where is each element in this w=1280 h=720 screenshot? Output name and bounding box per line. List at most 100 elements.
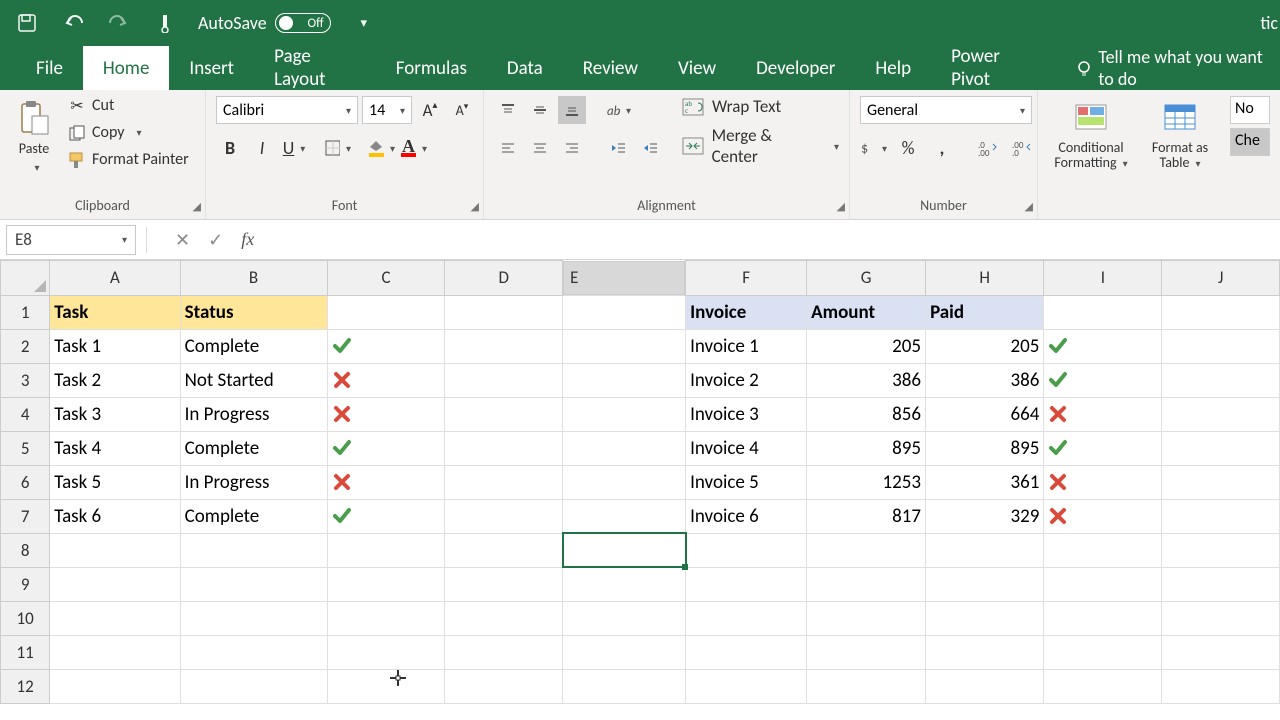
fill-color-button[interactable]: ▾ — [368, 134, 396, 162]
cell-F2[interactable]: Invoice 1 — [686, 329, 807, 363]
cell-H5[interactable]: 895 — [926, 431, 1044, 465]
alignment-launcher-icon[interactable]: ◢ — [837, 200, 845, 213]
cell-J10[interactable] — [1162, 601, 1280, 635]
col-header-A[interactable]: A — [50, 261, 180, 296]
cell-G4[interactable]: 856 — [807, 397, 926, 431]
merge-center-button[interactable]: Merge & Center▾ — [682, 125, 839, 167]
spreadsheet-grid[interactable]: ABCDEFGHIJ1TaskStatusInvoiceAmountPaid2T… — [0, 260, 1280, 720]
cell-C11[interactable] — [327, 635, 445, 669]
clipboard-launcher-icon[interactable]: ◢ — [193, 200, 201, 213]
tab-formulas[interactable]: Formulas — [376, 46, 487, 90]
tab-developer[interactable]: Developer — [736, 46, 855, 90]
cell-H4[interactable]: 664 — [926, 397, 1044, 431]
cell-G11[interactable] — [807, 635, 926, 669]
col-header-I[interactable]: I — [1044, 261, 1162, 296]
bold-button[interactable]: B — [216, 134, 244, 162]
increase-font-icon[interactable]: A▴ — [416, 96, 444, 124]
conditional-formatting-button[interactable]: Conditional Formatting▾ — [1048, 96, 1134, 171]
cell-B3[interactable]: Not Started — [180, 363, 327, 397]
cell-F10[interactable] — [686, 601, 807, 635]
cell-C8[interactable] — [327, 533, 445, 567]
cell-G8[interactable] — [807, 533, 926, 567]
cell-G5[interactable]: 895 — [807, 431, 926, 465]
cell-A4[interactable]: Task 3 — [50, 397, 180, 431]
number-launcher-icon[interactable]: ◢ — [1025, 200, 1033, 213]
cell-E8[interactable] — [563, 533, 686, 567]
cell-D4[interactable] — [445, 397, 563, 431]
row-header-1[interactable]: 1 — [1, 295, 50, 329]
tab-insert[interactable]: Insert — [169, 46, 254, 90]
row-header-6[interactable]: 6 — [1, 465, 50, 499]
cell-C2[interactable] — [327, 329, 445, 363]
cell-E11[interactable] — [563, 635, 686, 669]
col-header-H[interactable]: H — [926, 261, 1044, 296]
italic-button[interactable]: I — [248, 134, 276, 162]
cell-H6[interactable]: 361 — [926, 465, 1044, 499]
formula-input[interactable] — [254, 225, 1280, 255]
cell-H8[interactable] — [926, 533, 1044, 567]
cell-G10[interactable] — [807, 601, 926, 635]
accounting-format-icon[interactable]: $▾ — [860, 134, 888, 162]
copy-button[interactable]: Copy▾ — [68, 123, 189, 142]
decrease-font-icon[interactable]: A▾ — [448, 96, 476, 124]
cell-I3[interactable] — [1044, 363, 1162, 397]
cell-A11[interactable] — [50, 635, 180, 669]
cell-D2[interactable] — [445, 329, 563, 363]
cell-C1[interactable] — [327, 295, 445, 329]
style-check[interactable]: Che — [1230, 128, 1270, 156]
font-name-select[interactable]: Calibri▾ — [216, 96, 358, 124]
cell-E10[interactable] — [563, 601, 686, 635]
cell-H9[interactable] — [926, 567, 1044, 601]
row-header-7[interactable]: 7 — [1, 499, 50, 533]
cell-G3[interactable]: 386 — [807, 363, 926, 397]
cell-J6[interactable] — [1162, 465, 1280, 499]
cell-G9[interactable] — [807, 567, 926, 601]
redo-icon[interactable] — [106, 10, 132, 36]
cell-A10[interactable] — [50, 601, 180, 635]
cell-D1[interactable] — [445, 295, 563, 329]
cell-A7[interactable]: Task 6 — [50, 499, 180, 533]
tab-review[interactable]: Review — [563, 46, 658, 90]
row-header-3[interactable]: 3 — [1, 363, 50, 397]
cell-I2[interactable] — [1044, 329, 1162, 363]
cell-B8[interactable] — [180, 533, 327, 567]
cell-J5[interactable] — [1162, 431, 1280, 465]
undo-icon[interactable] — [60, 10, 86, 36]
percent-format-icon[interactable]: % — [894, 134, 922, 162]
col-header-J[interactable]: J — [1162, 261, 1280, 296]
cell-A3[interactable]: Task 2 — [50, 363, 180, 397]
cell-D3[interactable] — [445, 363, 563, 397]
row-header-9[interactable]: 9 — [1, 567, 50, 601]
cell-C10[interactable] — [327, 601, 445, 635]
cell-E1[interactable] — [563, 295, 686, 329]
cell-G6[interactable]: 1253 — [807, 465, 926, 499]
font-size-select[interactable]: 14▾ — [362, 96, 412, 124]
cell-D7[interactable] — [445, 499, 563, 533]
cell-G7[interactable]: 817 — [807, 499, 926, 533]
cell-F4[interactable]: Invoice 3 — [686, 397, 807, 431]
cell-C4[interactable] — [327, 397, 445, 431]
cell-A2[interactable]: Task 1 — [50, 329, 180, 363]
cell-A8[interactable] — [50, 533, 180, 567]
align-bottom-icon[interactable] — [558, 96, 586, 124]
cell-J9[interactable] — [1162, 567, 1280, 601]
cell-D11[interactable] — [445, 635, 563, 669]
name-box[interactable]: E8▾ — [6, 225, 136, 255]
cell-F12[interactable] — [686, 669, 807, 703]
row-header-8[interactable]: 8 — [1, 533, 50, 567]
cell-C9[interactable] — [327, 567, 445, 601]
tab-power-pivot[interactable]: Power Pivot — [931, 46, 1052, 90]
cell-D5[interactable] — [445, 431, 563, 465]
cell-I10[interactable] — [1044, 601, 1162, 635]
cell-J1[interactable] — [1162, 295, 1280, 329]
cell-H2[interactable]: 205 — [926, 329, 1044, 363]
tell-me-search[interactable]: Tell me what you want to do — [1076, 46, 1280, 90]
save-icon[interactable] — [14, 10, 40, 36]
number-format-select[interactable]: General▾ — [860, 96, 1032, 124]
row-header-4[interactable]: 4 — [1, 397, 50, 431]
cell-I8[interactable] — [1044, 533, 1162, 567]
cell-I11[interactable] — [1044, 635, 1162, 669]
cell-E5[interactable] — [563, 431, 686, 465]
cell-J8[interactable] — [1162, 533, 1280, 567]
decrease-decimal-icon[interactable]: .00.0 — [1008, 134, 1036, 162]
